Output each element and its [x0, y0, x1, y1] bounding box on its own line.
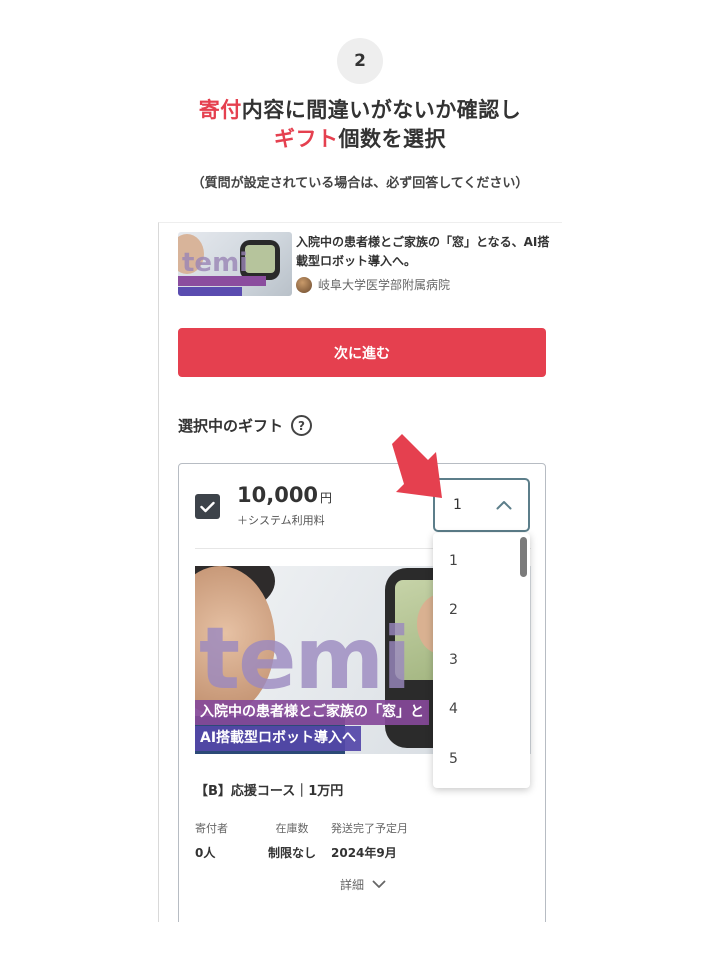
gift-image-caption-1: 入院中の患者様とご家族の「窓」と	[195, 700, 429, 725]
gift-image-caption-2: AI搭載型ロボット導入へ	[195, 726, 362, 751]
headline-text-1: 内容に間違いがないか確認し	[241, 98, 522, 122]
headline-text-2: 個数を選択	[338, 127, 446, 151]
instruction-note: （質問が設定されている場合は、必ず回答してください）	[191, 176, 529, 191]
headline-highlight-2: ギフト	[274, 127, 339, 151]
selected-gift-title: 選択中のギフト	[178, 417, 284, 435]
pointer-arrow-icon	[392, 434, 442, 498]
gift-stats: 寄付者 0人 在庫数 制限なし 発送完了予定月 2024年9月	[195, 820, 441, 861]
stat-shipping: 発送完了予定月 2024年9月	[331, 820, 441, 861]
gift-image-word: temi	[199, 609, 412, 709]
details-label: 詳細	[339, 878, 364, 892]
headline-highlight-1: 寄付	[198, 98, 242, 122]
organization-name: 岐阜大学医学部附属病院	[318, 278, 451, 292]
instruction-headline: 寄付内容に間違いがないか確認し ギフト個数を選択	[0, 96, 720, 154]
thumbnail-word: temi	[182, 248, 249, 278]
donors-label: 寄付者	[195, 822, 228, 835]
project-organization[interactable]: 岐阜大学医学部附属病院	[296, 276, 450, 293]
scrollbar-thumb[interactable]	[520, 537, 527, 577]
project-title[interactable]: 入院中の患者様とご家族の「窓」となる、AI搭載型ロボット導入へ。	[296, 233, 556, 271]
organization-avatar	[296, 276, 312, 293]
chevron-up-icon	[496, 501, 512, 510]
question-circle-icon[interactable]: ?	[291, 415, 313, 436]
gift-amount: 10,000 円	[237, 483, 332, 507]
chevron-down-icon	[372, 880, 386, 888]
gift-amount-value: 10,000	[237, 483, 319, 507]
quantity-option[interactable]: 2	[433, 586, 530, 636]
dropdown-scrollbar[interactable]	[520, 533, 527, 788]
checkmark-icon	[200, 501, 215, 512]
quantity-option[interactable]: 1	[433, 536, 530, 586]
quantity-selected-value: 1	[453, 497, 462, 513]
quantity-option[interactable]: 4	[433, 685, 530, 735]
quantity-dropdown-list: 1 2 3 4 5	[433, 533, 530, 788]
gift-currency: 円	[320, 491, 333, 505]
next-button[interactable]: 次に進む	[178, 328, 546, 377]
stat-stock: 在庫数 制限なし	[253, 820, 331, 861]
shipping-value: 2024年9月	[331, 846, 397, 860]
step-number-badge: 2	[337, 38, 383, 84]
project-thumbnail[interactable]: temi	[178, 232, 292, 296]
system-fee-note: ＋システム利用料	[237, 514, 325, 527]
donors-value: 0人	[195, 846, 216, 860]
stock-label: 在庫数	[275, 822, 309, 835]
gift-checkbox[interactable]	[195, 494, 220, 519]
quantity-option[interactable]: 3	[433, 635, 530, 685]
shipping-label: 発送完了予定月	[331, 822, 408, 835]
stat-donors: 寄付者 0人	[195, 820, 253, 861]
details-toggle[interactable]: 詳細	[179, 876, 547, 893]
course-name: 【B】応援コース｜1万円	[195, 784, 344, 799]
stock-value: 制限なし	[267, 846, 316, 860]
quantity-option[interactable]: 5	[433, 734, 530, 784]
selected-gift-heading: 選択中のギフト ?	[178, 415, 313, 436]
